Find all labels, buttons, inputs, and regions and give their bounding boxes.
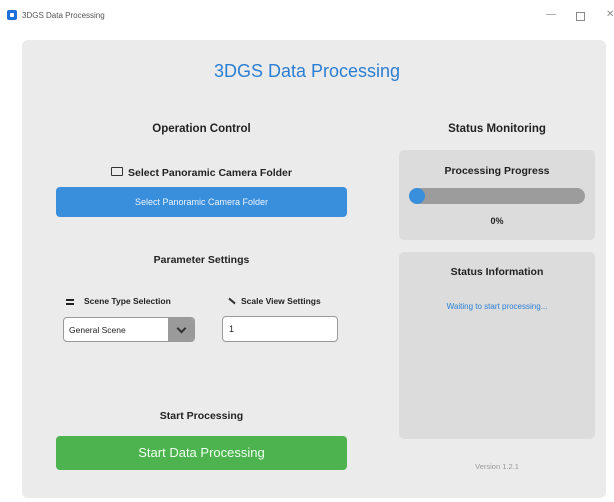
app-logo-icon	[7, 10, 17, 20]
scene-type-select[interactable]: General Scene	[63, 317, 195, 342]
progress-percent: 0%	[490, 216, 504, 226]
maximize-button[interactable]	[576, 12, 585, 21]
status-info-card: Status Information Waiting to start proc…	[399, 252, 595, 439]
progress-bar	[409, 188, 585, 204]
app-title: 3DGS Data Processing	[213, 61, 401, 81]
scene-type-label-text: Scene Type Selection	[84, 296, 171, 306]
close-button[interactable]: ✕	[606, 10, 614, 20]
status-message: Waiting to start processing...	[446, 302, 548, 311]
progress-card: Processing Progress 0%	[399, 150, 595, 240]
scene-type-icon	[66, 299, 74, 305]
window-title: 3DGS Data Processing	[22, 11, 105, 20]
minimize-button[interactable]: —	[546, 10, 556, 20]
select-folder-heading: Select Panoramic Camera Folder	[56, 167, 347, 179]
start-processing-button[interactable]: Start Data Processing	[56, 436, 347, 470]
scale-view-label-text: Scale View Settings	[241, 296, 321, 306]
status-monitoring-heading: Status Monitoring	[448, 123, 546, 135]
window-titlebar: 3DGS Data Processing — ✕	[0, 0, 614, 32]
select-folder-button[interactable]: Select Panoramic Camera Folder	[56, 187, 347, 217]
version-label: Version 1.2.1	[475, 462, 519, 471]
start-processing-heading: Start Processing	[159, 410, 244, 422]
status-info-heading: Status Information	[450, 266, 544, 278]
chevron-down-icon[interactable]	[168, 318, 194, 341]
parameter-settings-heading: Parameter Settings	[153, 254, 250, 266]
select-folder-heading-label: Select Panoramic Camera Folder	[128, 167, 292, 179]
scale-view-input[interactable]	[222, 316, 338, 342]
progress-heading: Processing Progress	[444, 165, 550, 177]
progress-bar-fill	[409, 188, 425, 204]
scene-type-label: Scene Type Selection	[66, 296, 171, 306]
scene-type-value: General Scene	[69, 325, 126, 335]
operation-control-heading: Operation Control	[152, 123, 251, 135]
pencil-icon	[228, 297, 236, 305]
scale-view-label: Scale View Settings	[228, 296, 321, 306]
folder-icon	[111, 167, 123, 176]
